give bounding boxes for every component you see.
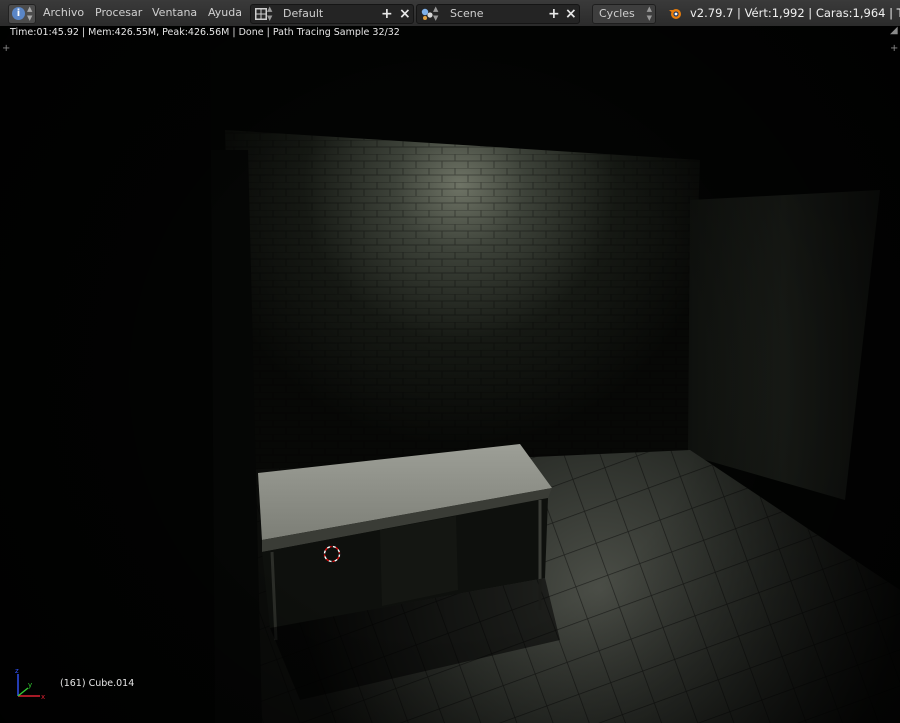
add-layout-button[interactable]: + <box>381 5 393 23</box>
render-image <box>0 26 900 723</box>
layout-grid-icon <box>255 8 267 20</box>
menu-procesar[interactable]: Procesar <box>95 0 142 26</box>
scene-selector[interactable]: ▲ ▼ Scene + × <box>416 4 580 24</box>
svg-text:y: y <box>28 681 32 689</box>
screen-layout-selector[interactable]: ▲ ▼ Default + × <box>250 4 414 24</box>
menu-archivo[interactable]: Archivo <box>43 0 84 26</box>
menu-ayuda[interactable]: Ayuda <box>208 0 242 26</box>
chevron-updown-icon: ▲ ▼ <box>646 5 652 22</box>
corner-plus-icon[interactable]: + <box>890 44 898 54</box>
chevron-updown-icon: ▲ ▼ <box>27 5 33 22</box>
scene-icon <box>421 8 433 20</box>
svg-text:x: x <box>41 693 45 701</box>
delete-scene-button[interactable]: × <box>565 5 577 23</box>
chevron-updown-icon: ▲ ▼ <box>433 5 439 22</box>
corner-plus-icon[interactable]: + <box>2 44 10 54</box>
axis-gizmo-icon: x z y <box>15 667 45 701</box>
delete-layout-button[interactable]: × <box>399 5 411 23</box>
layout-name: Default <box>283 7 324 20</box>
blender-logo-icon <box>669 9 681 19</box>
menu-ventana[interactable]: Ventana <box>152 0 197 26</box>
scene-name: Scene <box>450 7 484 20</box>
active-object-label: (161) Cube.014 <box>60 678 135 689</box>
chevron-updown-icon: ▲ ▼ <box>267 5 273 22</box>
render-status: Time:01:45.92 | Mem:426.55M, Peak:426.56… <box>10 27 400 38</box>
info-header: i ▲ ▼ Archivo Procesar Ventana Ayuda ▲ ▼ D… <box>0 0 900 27</box>
3d-viewport[interactable]: Time:01:45.92 | Mem:426.55M, Peak:426.56… <box>0 26 900 723</box>
scene-stats: v2.79.7 | Vért:1,992 | Caras:1,964 | Tri… <box>690 6 900 20</box>
render-engine-dropdown[interactable]: Cycles ▲ ▼ <box>592 4 656 24</box>
render-engine-value: Cycles <box>599 7 635 20</box>
area-split-icon[interactable]: ◢ <box>890 26 898 36</box>
3d-cursor-icon[interactable] <box>322 544 342 564</box>
add-scene-button[interactable]: + <box>548 5 560 23</box>
editor-type-button[interactable]: i ▲ ▼ <box>8 4 36 24</box>
svg-text:z: z <box>15 667 19 675</box>
info-icon: i <box>12 7 25 20</box>
